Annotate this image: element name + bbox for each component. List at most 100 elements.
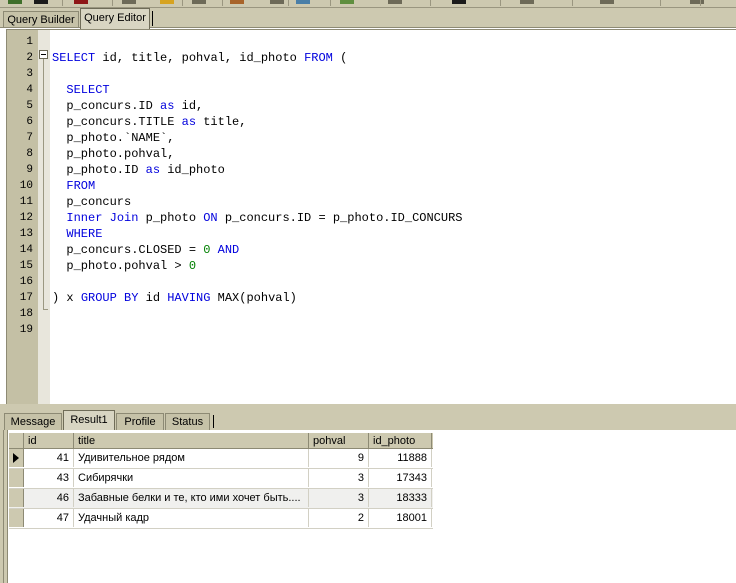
grid-left-band <box>0 430 8 583</box>
sql-editor-pane[interactable]: 1 2 SELECT id, title, pohval, id_photo FRO… <box>6 29 736 404</box>
toolbar-separator-4 <box>288 0 289 6</box>
code-text: SELECT <box>66 83 110 97</box>
explain-icon[interactable] <box>340 0 354 4</box>
code-text: p_concurs.CLOSED = 0 AND <box>52 243 240 257</box>
code-line: 1 <box>7 34 736 50</box>
tab-message[interactable]: Message <box>4 413 62 430</box>
tab-status[interactable]: Status <box>165 413 210 430</box>
cell-pohval[interactable]: 9 <box>309 449 369 467</box>
code-line: 3 <box>7 66 736 82</box>
find-icon[interactable] <box>600 0 614 4</box>
row-selector[interactable] <box>9 489 24 507</box>
cell-id[interactable]: 46 <box>24 489 74 507</box>
line-number: 15 <box>19 260 33 272</box>
row-selector-current-icon[interactable] <box>9 449 24 467</box>
column-header-id_photo[interactable]: id_photo <box>369 433 432 449</box>
tab-profile[interactable]: Profile <box>116 413 164 430</box>
toolbar-separator-0 <box>62 0 63 6</box>
line-number: 10 <box>19 180 33 192</box>
line-number: 16 <box>19 276 33 288</box>
code-text: p_photo.pohval > 0 <box>52 259 197 273</box>
tab-result1[interactable]: Result1 <box>63 410 115 430</box>
cell-id_photo[interactable]: 17343 <box>369 469 432 487</box>
cell-title[interactable]: Удивительное рядом <box>74 449 309 467</box>
cell-title[interactable]: Сибирячки <box>74 469 309 487</box>
line-number: 5 <box>26 100 33 112</box>
help-icon[interactable] <box>690 0 704 4</box>
line-number: 3 <box>26 68 33 80</box>
code-text: WHERE <box>66 227 103 241</box>
results-pane: id title pohval id_photo 41 Удивительное ряд… <box>0 430 736 583</box>
column-header-title[interactable]: title <box>74 433 309 449</box>
toolbar-separator-7 <box>500 0 501 6</box>
grid-corner-cell <box>9 433 24 449</box>
row-selector[interactable] <box>9 469 24 487</box>
code-line: 6 p_concurs.TITLE as title, <box>7 114 736 130</box>
cell-id[interactable]: 47 <box>24 509 74 527</box>
save-icon[interactable] <box>74 0 88 4</box>
row-selector[interactable] <box>9 509 24 527</box>
cell-id[interactable]: 41 <box>24 449 74 467</box>
code-line: 19 <box>7 322 736 338</box>
code-line: 4 SELECT <box>7 82 736 98</box>
table-row[interactable]: 47 Удачный кадр 2 18001 <box>9 509 433 529</box>
code-line: 15 p_photo.pohval > 0 <box>7 258 736 274</box>
toolbar-separator-2 <box>182 0 183 6</box>
toolbar-separator-1 <box>112 0 113 6</box>
code-text: Inner Join p_photo ON p_concurs.ID = p_p… <box>66 211 463 225</box>
toolbar-separator-8 <box>572 0 573 6</box>
line-number: 7 <box>26 132 33 144</box>
code-line: 12 Inner Join p_photo ON p_concurs.ID = … <box>7 210 736 226</box>
open-icon[interactable] <box>34 0 48 4</box>
cell-id_photo[interactable]: 11888 <box>369 449 432 467</box>
cell-pohval[interactable]: 3 <box>309 489 369 507</box>
code-line: 9 p_photo.ID as id_photo <box>7 162 736 178</box>
code-line: 8 p_photo.pohval, <box>7 146 736 162</box>
toolbar-separator-10 <box>700 0 701 6</box>
code-line: 18 <box>7 306 736 322</box>
table-row[interactable]: 43 Сибирячки 3 17343 <box>9 469 433 489</box>
line-number: 19 <box>19 324 33 336</box>
table-row[interactable]: 46 Забавные белки и те, кто ими хочет быт… <box>9 489 433 509</box>
stop-icon[interactable] <box>270 0 284 4</box>
results-grid[interactable]: id title pohval id_photo 41 Удивительное ряд… <box>9 432 433 529</box>
cell-title[interactable]: Забавные белки и те, кто ими хочет быть.… <box>74 489 309 507</box>
refresh-icon[interactable] <box>296 0 310 4</box>
toolbar-separator-6 <box>430 0 431 6</box>
line-number: 14 <box>19 244 33 256</box>
toolbar-separator-3 <box>222 0 223 6</box>
cell-pohval[interactable]: 3 <box>309 469 369 487</box>
cut-icon[interactable] <box>122 0 136 4</box>
line-number: 4 <box>26 84 33 96</box>
main-tabstrip: Query Builder Query Editor <box>0 8 736 29</box>
tab-query-builder[interactable]: Query Builder <box>3 11 79 28</box>
code-text: p_photo.ID as id_photo <box>52 163 225 177</box>
code-line: 16 <box>7 274 736 290</box>
cell-id_photo[interactable]: 18001 <box>369 509 432 527</box>
grid-icon[interactable] <box>452 0 466 4</box>
code-line: 2 SELECT id, title, pohval, id_photo FROM… <box>7 50 736 66</box>
column-header-id[interactable]: id <box>24 433 74 449</box>
column-header-pohval[interactable]: pohval <box>309 433 369 449</box>
code-line: 5 p_concurs.ID as id, <box>7 98 736 114</box>
filter-icon[interactable] <box>388 0 402 4</box>
table-row[interactable]: 41 Удивительное рядом 9 11888 <box>9 449 433 469</box>
tabstrip-caret <box>152 11 153 26</box>
toolbar-sliver <box>0 0 736 8</box>
line-number: 13 <box>19 228 33 240</box>
cell-id_photo[interactable]: 18333 <box>369 489 432 507</box>
paste-icon[interactable] <box>192 0 206 4</box>
line-number: 12 <box>19 212 33 224</box>
code-text: p_concurs.TITLE as title, <box>52 115 247 129</box>
cell-title[interactable]: Удачный кадр <box>74 509 309 527</box>
tab-query-editor[interactable]: Query Editor <box>80 8 150 29</box>
cell-pohval[interactable]: 2 <box>309 509 369 527</box>
line-number: 2 <box>26 52 33 64</box>
export-icon[interactable] <box>520 0 534 4</box>
execute-icon[interactable] <box>230 0 244 4</box>
results-tabstrip: Message Result1 Profile Status <box>0 409 736 430</box>
cell-id[interactable]: 43 <box>24 469 74 487</box>
code-line: 7 p_photo.`NAME`, <box>7 130 736 146</box>
copy-icon[interactable] <box>160 0 174 4</box>
new-icon[interactable] <box>8 0 22 4</box>
